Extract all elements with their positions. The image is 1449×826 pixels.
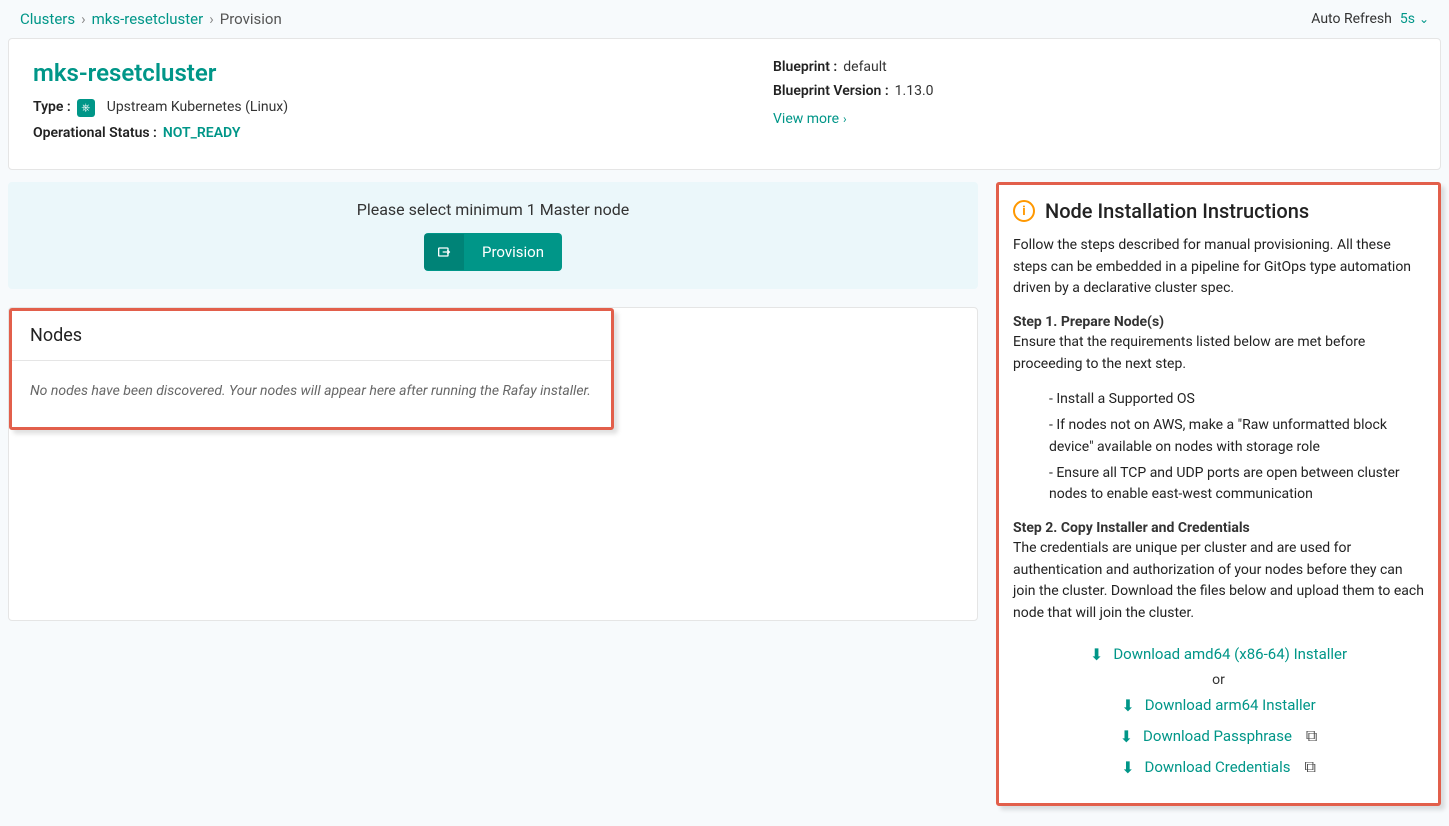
provision-button-label: Provision (464, 233, 562, 271)
cluster-header-card: mks-resetcluster Type : ⎈ Upstream Kuber… (8, 38, 1441, 170)
step1-item: Install a Supported OS (1049, 389, 1424, 411)
step2-title: Step 2. Copy Installer and Credentials (1013, 520, 1424, 536)
step1-text: Ensure that the requirements listed belo… (1013, 332, 1424, 375)
nodes-card: Nodes No nodes have been discovered. You… (8, 307, 978, 621)
info-icon: i (1013, 200, 1035, 222)
download-icon: ⬇ (1121, 696, 1134, 715)
type-label: Type : (33, 99, 71, 117)
download-amd64-link[interactable]: ⬇ Download amd64 (x86-64) Installer (1090, 645, 1347, 664)
instructions-title: Node Installation Instructions (1045, 199, 1309, 223)
breadcrumb-sep-icon: › (209, 10, 214, 28)
copy-icon[interactable]: ⧉ (1304, 757, 1315, 777)
provision-message: Please select minimum 1 Master node (26, 200, 960, 219)
auto-refresh-label: Auto Refresh (1311, 11, 1392, 27)
breadcrumb-current: Provision (220, 10, 282, 28)
download-arm64-label: Download arm64 Installer (1145, 696, 1316, 714)
op-status-label: Operational Status : (33, 125, 157, 141)
nodes-title: Nodes (12, 311, 611, 361)
provision-button[interactable]: Provision (424, 233, 562, 271)
step1-item: Ensure all TCP and UDP ports are open be… (1049, 463, 1424, 506)
step2-text: The credentials are unique per cluster a… (1013, 538, 1424, 625)
cluster-name: mks-resetcluster (33, 59, 713, 87)
blueprint-value: default (843, 59, 887, 75)
blueprint-label: Blueprint : (773, 59, 837, 75)
op-status-value: NOT_READY (163, 125, 241, 141)
or-text: or (1013, 672, 1424, 688)
download-passphrase-label: Download Passphrase (1143, 727, 1292, 745)
step1-item: If nodes not on AWS, make a "Raw unforma… (1049, 415, 1424, 458)
step1-list: Install a Supported OS If nodes not on A… (1013, 389, 1424, 505)
download-passphrase-link[interactable]: ⬇ Download Passphrase (1120, 727, 1292, 746)
instructions-intro: Follow the steps described for manual pr… (1013, 235, 1424, 300)
kubernetes-icon: ⎈ (77, 99, 95, 117)
download-icon: ⬇ (1090, 645, 1103, 664)
view-more-label: View more (773, 111, 839, 127)
download-arm64-link[interactable]: ⬇ Download arm64 Installer (1121, 696, 1315, 715)
download-icon: ⬇ (1121, 758, 1134, 777)
blueprint-version-label: Blueprint Version : (773, 83, 889, 99)
chevron-down-icon: ⌄ (1419, 12, 1429, 26)
download-icon: ⬇ (1120, 727, 1133, 746)
download-credentials-label: Download Credentials (1145, 758, 1291, 776)
breadcrumb-cluster[interactable]: mks-resetcluster (92, 10, 204, 28)
copy-icon[interactable]: ⧉ (1306, 726, 1317, 746)
nodes-highlight: Nodes No nodes have been discovered. You… (9, 308, 614, 430)
instructions-card: i Node Installation Instructions Follow … (996, 182, 1441, 806)
breadcrumb: Clusters › mks-resetcluster › Provision (20, 10, 282, 28)
breadcrumb-sep-icon: › (81, 10, 86, 28)
provision-banner: Please select minimum 1 Master node Prov… (8, 182, 978, 289)
step1-title: Step 1. Prepare Node(s) (1013, 314, 1424, 330)
breadcrumb-clusters[interactable]: Clusters (20, 10, 75, 28)
view-more-link[interactable]: View more › (773, 111, 847, 127)
chevron-right-icon: › (843, 112, 847, 126)
download-credentials-link[interactable]: ⬇ Download Credentials (1121, 758, 1290, 777)
blueprint-version-value: 1.13.0 (895, 83, 934, 99)
provision-icon (424, 234, 464, 270)
type-value: Upstream Kubernetes (Linux) (107, 99, 288, 117)
nodes-empty-message: No nodes have been discovered. Your node… (12, 361, 611, 427)
auto-refresh[interactable]: Auto Refresh 5s ⌄ (1311, 11, 1429, 27)
download-amd64-label: Download amd64 (x86-64) Installer (1113, 645, 1347, 663)
auto-refresh-value: 5s (1400, 11, 1415, 27)
